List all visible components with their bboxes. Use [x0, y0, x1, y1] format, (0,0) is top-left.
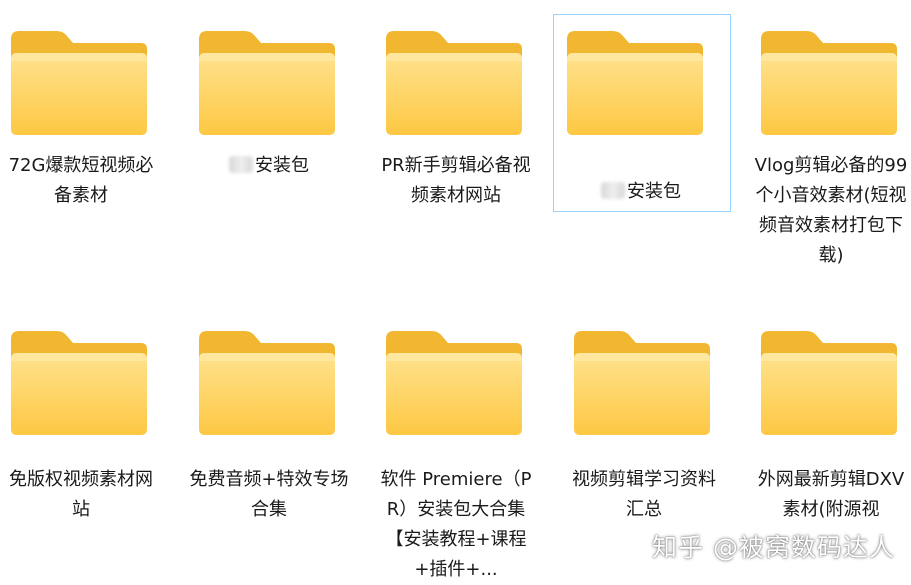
- folder-item[interactable]: 免费音频+特效专场合集: [188, 300, 366, 580]
- folder-icon: [382, 25, 526, 141]
- folder-label: 安装包: [552, 177, 730, 207]
- folder-grid: 72G爆款短视频必备素材 安装包 PR新手剪辑必备视频素材网站 安装包 Vlog…: [0, 0, 911, 580]
- folder-icon: [7, 325, 151, 441]
- folder-label: PR新手剪辑必备视频素材网站: [376, 151, 536, 211]
- folder-item-selected[interactable]: 安装包: [553, 14, 731, 212]
- folder-label-text: 软件 Premiere（PR）安装包大合集【安装教程+课程+插件+...: [380, 469, 532, 580]
- watermark: 知乎 @被窝数码达人: [652, 533, 895, 562]
- folder-icon: [195, 325, 339, 441]
- folder-item[interactable]: 72G爆款短视频必备素材: [0, 0, 178, 300]
- folder-item[interactable]: 软件 Premiere（PR）安装包大合集【安装教程+课程+插件+...: [375, 300, 553, 580]
- folder-label-text: 72G爆款短视频必备素材: [8, 155, 154, 206]
- folder-label: 安装包: [189, 151, 349, 181]
- folder-icon: [382, 325, 526, 441]
- folder-icon: [757, 325, 901, 441]
- folder-label-text: 安装包: [627, 181, 681, 202]
- folder-label-text: 安装包: [255, 155, 309, 176]
- folder-label: 72G爆款短视频必备素材: [1, 151, 161, 211]
- folder-icon: [7, 25, 151, 141]
- folder-label-text: 视频剪辑学习资料汇总: [572, 469, 716, 520]
- redacted-text: [229, 156, 253, 173]
- folder-item[interactable]: 安装包: [188, 0, 366, 300]
- folder-label: 软件 Premiere（PR）安装包大合集【安装教程+课程+插件+...: [376, 465, 536, 585]
- folder-icon: [570, 325, 714, 441]
- folder-label: 免费音频+特效专场合集: [189, 465, 349, 525]
- folder-item[interactable]: 免版权视频素材网站: [0, 300, 178, 580]
- folder-item[interactable]: PR新手剪辑必备视频素材网站: [375, 0, 553, 300]
- folder-icon: [563, 25, 707, 141]
- folder-icon: [195, 25, 339, 141]
- folder-label-text: 免版权视频素材网站: [9, 469, 153, 520]
- folder-label: 外网最新剪辑DXV素材(附源视: [751, 465, 911, 525]
- folder-label: Vlog剪辑必备的99个小音效素材(短视频音效素材打包下载): [751, 151, 911, 271]
- folder-label: 免版权视频素材网站: [1, 465, 161, 525]
- folder-item[interactable]: Vlog剪辑必备的99个小音效素材(短视频音效素材打包下载): [750, 0, 911, 300]
- folder-label: 视频剪辑学习资料汇总: [564, 465, 724, 525]
- folder-label-text: 免费音频+特效专场合集: [189, 469, 349, 520]
- folder-label-text: PR新手剪辑必备视频素材网站: [381, 155, 531, 206]
- folder-icon: [757, 25, 901, 141]
- redacted-text: [601, 182, 625, 199]
- folder-label-text: 外网最新剪辑DXV素材(附源视: [757, 469, 905, 520]
- folder-label-text: Vlog剪辑必备的99个小音效素材(短视频音效素材打包下载): [754, 155, 908, 266]
